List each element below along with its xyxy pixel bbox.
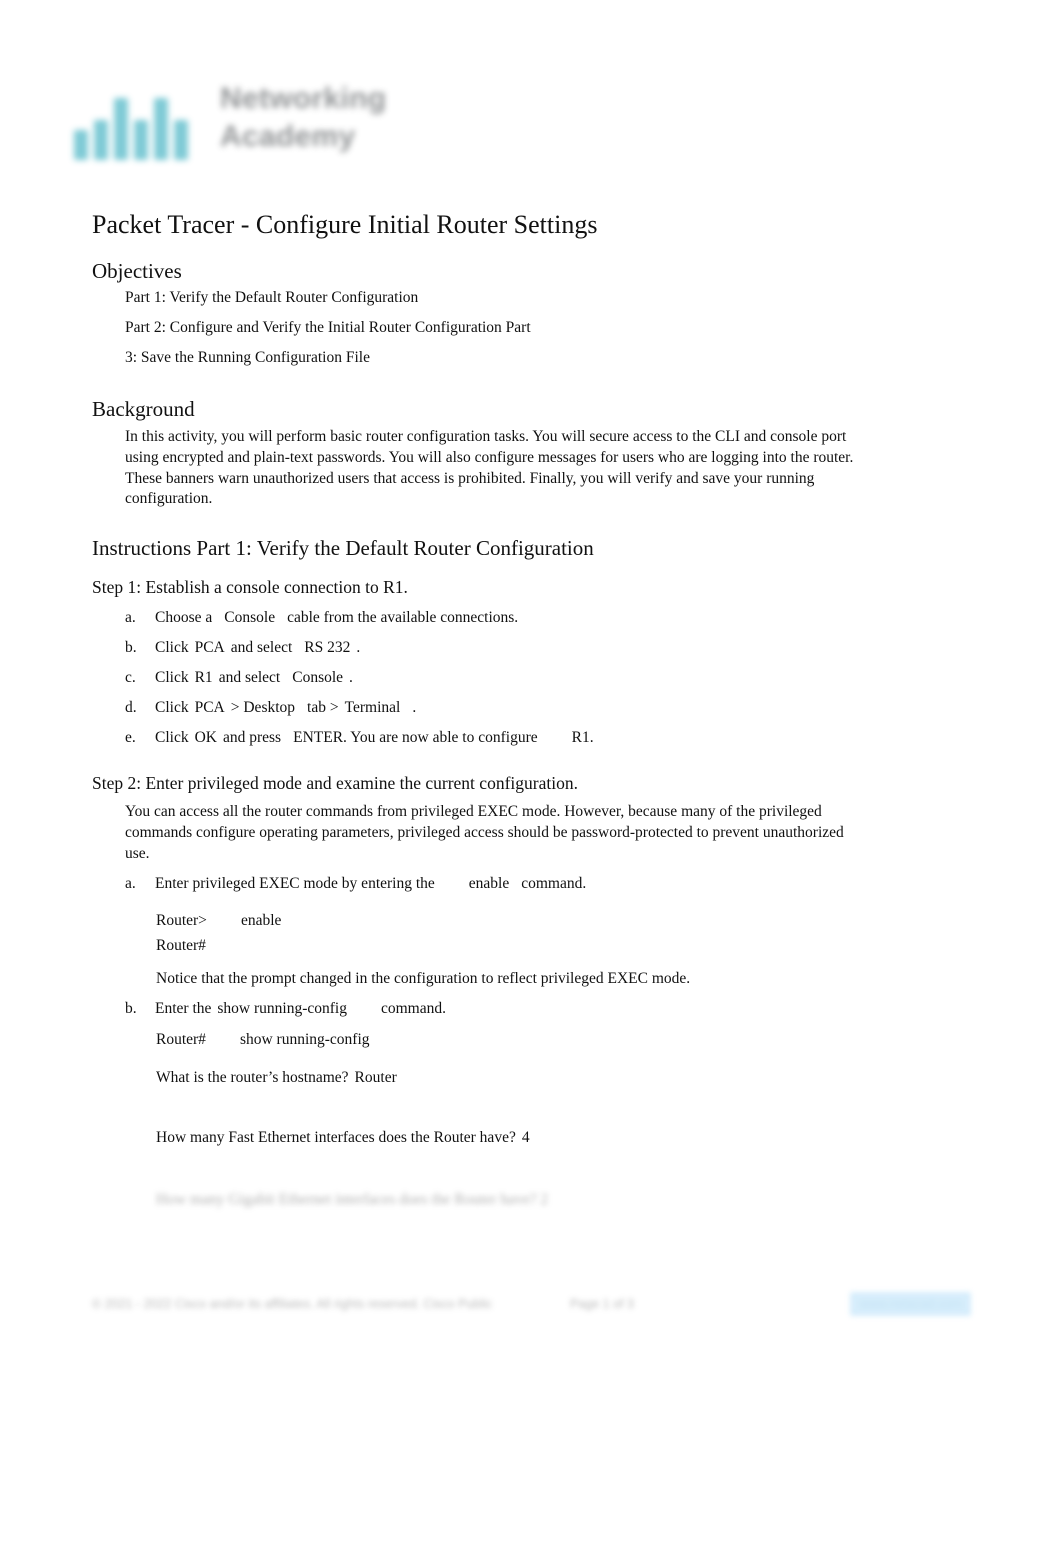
document-page: Networking Academy Packet Tracer - Confi… xyxy=(0,0,1062,1561)
item-emphasis-3: Terminal xyxy=(344,699,401,716)
cli-line-privileged-prompt: Router# xyxy=(156,933,240,958)
item-text-post: cable from the available connections. xyxy=(287,609,519,626)
section-heading-background: Background xyxy=(92,397,195,421)
cli-command: enable xyxy=(240,912,282,929)
section-heading-instructions: Instructions Part 1: Verify the Default … xyxy=(92,536,594,560)
item-text-mid: > Desktop xyxy=(230,699,296,716)
objective-line-2: Part 2: Configure and Verify the Initial… xyxy=(125,319,531,336)
item-text-post: . xyxy=(412,699,417,716)
item-text-pre: Enter the xyxy=(155,1000,212,1017)
footer-source-link[interactable]: www.netacad.com xyxy=(850,1292,972,1316)
brand-line-2: Academy xyxy=(220,120,356,153)
item-emphasis-1: enable xyxy=(468,875,510,892)
item-emphasis-1: R1 xyxy=(194,669,213,686)
item-text-pre: Click xyxy=(155,699,189,716)
item-emphasis-2: Console xyxy=(292,669,344,686)
list-marker: e. xyxy=(125,729,136,746)
page-title: Packet Tracer - Configure Initial Router… xyxy=(92,210,598,239)
list-marker: d. xyxy=(125,699,137,716)
question-gigabitethernet-count-redacted: How many Gigabit Ethernet interfaces doe… xyxy=(156,1191,549,1208)
footer-page-number: Page 1 of 3 xyxy=(570,1297,634,1311)
item-emphasis-2: RS 232 xyxy=(304,639,351,656)
cli-prompt: Router# xyxy=(156,937,206,954)
step-1-item-e: e. Click OK and press ENTER. You are now abl… xyxy=(125,728,594,748)
item-emphasis-1: PCA xyxy=(194,699,225,716)
item-text-post: . You are now able to configure xyxy=(343,729,538,746)
step-1-item-b: b. Click PCA and select RS 232. xyxy=(125,638,360,658)
step-2-heading: Step 2: Enter privileged mode and examin… xyxy=(92,773,578,793)
item-text-post: command. xyxy=(380,1000,446,1017)
item-emphasis-2: tab > xyxy=(307,699,339,716)
item-text-pre: Choose a xyxy=(155,609,213,626)
section-heading-objectives: Objectives xyxy=(92,259,182,283)
item-text-post: . xyxy=(356,639,361,656)
item-emphasis-2: ENTER xyxy=(293,729,344,746)
page-footer: © 2021 - 2022 Cisco and/or its affiliate… xyxy=(92,1292,972,1320)
cli-prompt: Router# xyxy=(156,1031,206,1048)
list-marker: a. xyxy=(125,875,136,892)
item-text-pre: Enter privileged EXEC mode by entering t… xyxy=(155,875,435,892)
step-1-item-c: c. Click R1 and select Console. xyxy=(125,668,353,688)
cli-line-show-running-config: Router# show running-config xyxy=(156,1027,370,1052)
step-2-item-a: a. Enter privileged EXEC mode by entering… xyxy=(125,874,586,894)
item-text-post: command. xyxy=(521,875,587,892)
item-text-pre: Click xyxy=(155,669,189,686)
step-1-item-d: d. Click PCA > Desktop tab > Terminal. xyxy=(125,698,416,718)
brand-line-1: Networking xyxy=(220,82,387,115)
brand-wordmark: Networking Academy xyxy=(220,80,430,156)
answer-text: Router xyxy=(354,1069,397,1086)
item-emphasis-1: OK xyxy=(194,729,217,746)
list-marker: a. xyxy=(125,609,136,626)
item-text-mid: and press xyxy=(222,729,282,746)
item-emphasis-1: PCA xyxy=(194,639,225,656)
step-1-heading: Step 1: Establish a console connection t… xyxy=(92,577,408,597)
item-text-mid: and select xyxy=(230,639,293,656)
cli-line-enable: Router> enable xyxy=(156,908,281,933)
item-text-pre: Click xyxy=(155,729,189,746)
objective-line-1: Part 1: Verify the Default Router Config… xyxy=(125,289,419,306)
background-paragraph: In this activity, you will perform basic… xyxy=(125,428,854,508)
question-fastethernet-count: How many Fast Ethernet interfaces does t… xyxy=(156,1128,530,1148)
step-2-notice-text: Notice that the prompt changed in the co… xyxy=(156,970,691,987)
list-marker: b. xyxy=(125,1000,137,1017)
item-text-post: . xyxy=(349,669,353,686)
item-emphasis-1: Console xyxy=(224,609,276,626)
item-emphasis-3: R1 xyxy=(571,729,590,746)
cli-command: show running-config xyxy=(239,1031,370,1048)
item-emphasis-1: show running-config xyxy=(217,1000,347,1017)
objective-line-3: 3: Save the Running Configuration File xyxy=(125,349,370,366)
cisco-bridge-icon xyxy=(68,78,196,170)
item-text-tail: . xyxy=(589,729,594,746)
footer-copyright: © 2021 - 2022 Cisco and/or its affiliate… xyxy=(92,1297,493,1311)
cli-prompt: Router> xyxy=(156,912,207,929)
question-hostname: What is the router’s hostname? Router xyxy=(156,1068,397,1088)
item-text-pre: Click xyxy=(155,639,189,656)
list-marker: c. xyxy=(125,669,136,686)
item-text-mid: and select xyxy=(218,669,281,686)
question-text: What is the router’s hostname? xyxy=(156,1069,349,1086)
step-1-item-a: a. Choose a Console cable from the availabl… xyxy=(125,608,518,628)
step-2-intro-paragraph: You can access all the router commands f… xyxy=(125,803,844,862)
question-text: How many Fast Ethernet interfaces does t… xyxy=(156,1129,516,1146)
step-2-item-b: b. Enter the show running-config command. xyxy=(125,999,446,1019)
answer-text: 4 xyxy=(521,1129,530,1146)
cisco-networking-academy-logo: Networking Academy xyxy=(68,78,428,176)
list-marker: b. xyxy=(125,639,137,656)
